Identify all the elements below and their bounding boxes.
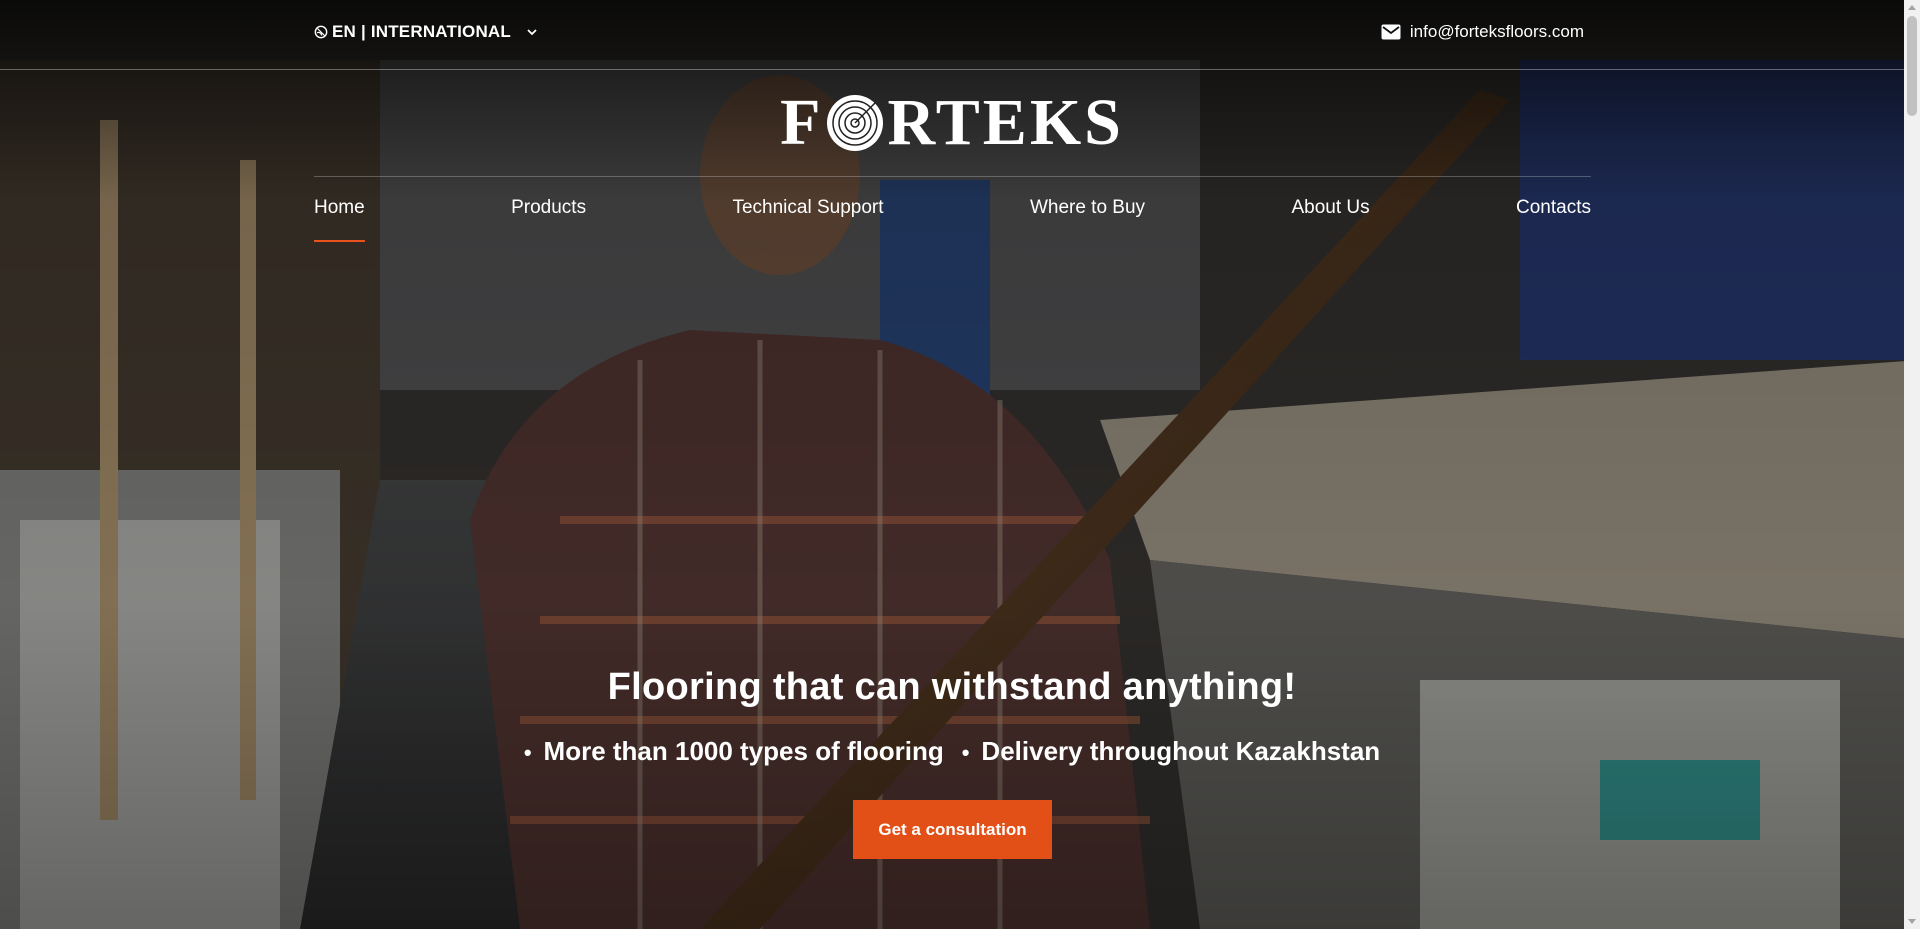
page: EN | INTERNATIONAL info@forteksfloors.co…: [0, 0, 1920, 929]
logo-text-right: RTEKS: [887, 86, 1124, 159]
mail-icon: [1381, 24, 1401, 40]
language-selector[interactable]: EN | INTERNATIONAL: [314, 22, 539, 42]
hero-bullet: More than 1000 types of flooring: [524, 736, 944, 767]
tree-ring-icon: [827, 95, 884, 151]
main-nav: Home Products Technical Support Where to…: [314, 176, 1591, 243]
hero-title: Flooring that can withstand anything!: [607, 666, 1297, 708]
email-contact[interactable]: info@forteksfloors.com: [1381, 22, 1584, 42]
logo-text-left: F: [780, 86, 824, 159]
nav-item-products[interactable]: Products: [511, 177, 586, 219]
nav-item-where-to-buy[interactable]: Where to Buy: [1030, 177, 1145, 219]
globe-icon: [314, 25, 328, 39]
nav-item-contacts[interactable]: Contacts: [1516, 177, 1591, 219]
nav-item-about-us[interactable]: About Us: [1291, 177, 1369, 219]
scroll-down-arrow-icon[interactable]: [1908, 919, 1916, 924]
hero-bullets: More than 1000 types of flooring Deliver…: [0, 736, 1904, 767]
get-consultation-button[interactable]: Get a consultation: [853, 800, 1052, 859]
brand-logo[interactable]: F RTEKS: [0, 88, 1904, 158]
nav-item-technical-support[interactable]: Technical Support: [732, 177, 883, 219]
language-label: EN | INTERNATIONAL: [332, 22, 511, 41]
hero-bullet: Delivery throughout Kazakhstan: [962, 736, 1380, 767]
chevron-down-icon[interactable]: [525, 25, 539, 39]
scroll-up-arrow-icon[interactable]: [1908, 5, 1916, 10]
email-link[interactable]: info@forteksfloors.com: [1410, 22, 1584, 42]
top-bar: EN | INTERNATIONAL info@forteksfloors.co…: [0, 0, 1904, 70]
nav-item-home[interactable]: Home: [314, 177, 365, 242]
page-scrollbar[interactable]: [1904, 0, 1920, 929]
scrollbar-thumb[interactable]: [1907, 16, 1917, 116]
